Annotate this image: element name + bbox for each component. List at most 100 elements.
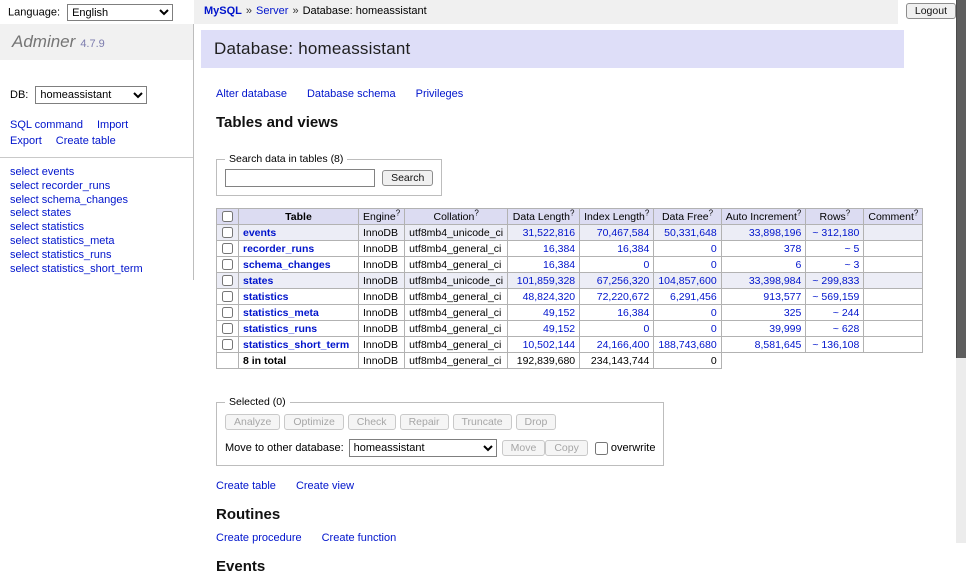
sidebar-select-link[interactable]: select statistics xyxy=(10,221,183,235)
sidebar-action-link[interactable]: Export xyxy=(10,135,42,147)
column-hint-link[interactable]: ? xyxy=(645,209,649,218)
data-length-link[interactable]: 16,384 xyxy=(543,259,575,271)
table-name-link[interactable]: schema_changes xyxy=(243,259,331,271)
column-hint-link[interactable]: ? xyxy=(914,209,918,218)
rows-link[interactable]: ~ 628 xyxy=(833,323,860,335)
rows-link[interactable]: ~ 244 xyxy=(833,307,860,319)
sidebar-select-link[interactable]: select statistics_meta xyxy=(10,235,183,249)
index-length-link[interactable]: 16,384 xyxy=(617,243,649,255)
data-free-link[interactable]: 6,291,456 xyxy=(670,291,717,303)
rows-link[interactable]: ~ 312,180 xyxy=(812,227,859,239)
table-name-link[interactable]: states xyxy=(243,275,273,287)
column-hint-link[interactable]: ? xyxy=(709,209,713,218)
move-db-select[interactable]: homeassistant xyxy=(349,439,497,457)
scrollbar[interactable] xyxy=(956,0,966,543)
db-action-link[interactable]: Alter database xyxy=(216,88,287,100)
auto-increment-link[interactable]: 325 xyxy=(784,307,802,319)
table-name-link[interactable]: recorder_runs xyxy=(243,243,314,255)
column-hint-link[interactable]: ? xyxy=(797,209,801,218)
index-length-link[interactable]: 0 xyxy=(643,259,649,271)
row-checkbox[interactable] xyxy=(222,227,233,238)
data-length-link[interactable]: 10,502,144 xyxy=(523,339,576,351)
db-action-link[interactable]: Privileges xyxy=(416,88,464,100)
language-select[interactable]: English xyxy=(67,4,173,21)
search-button[interactable]: Search xyxy=(382,170,433,186)
column-hint-link[interactable]: ? xyxy=(474,209,478,218)
table-name-link[interactable]: statistics_meta xyxy=(243,307,319,319)
auto-increment-link[interactable]: 378 xyxy=(784,243,802,255)
sidebar-select-link[interactable]: select schema_changes xyxy=(10,194,183,208)
sidebar-select-link[interactable]: select statistics_runs xyxy=(10,249,183,263)
column-hint-link[interactable]: ? xyxy=(570,209,574,218)
search-input[interactable] xyxy=(225,169,375,187)
breadcrumb-link[interactable]: Server xyxy=(256,5,288,17)
column-hint-link[interactable]: ? xyxy=(846,209,850,218)
overwrite-checkbox[interactable] xyxy=(595,442,608,455)
auto-increment-link[interactable]: 33,398,984 xyxy=(749,275,802,287)
breadcrumb-link[interactable]: MySQL xyxy=(204,5,242,17)
auto-increment-link[interactable]: 39,999 xyxy=(769,323,801,335)
data-free-link[interactable]: 0 xyxy=(711,243,717,255)
auto-increment-link[interactable]: 33,898,196 xyxy=(749,227,802,239)
row-checkbox[interactable] xyxy=(222,259,233,270)
row-checkbox[interactable] xyxy=(222,243,233,254)
row-checkbox[interactable] xyxy=(222,339,233,350)
select-all-checkbox[interactable] xyxy=(222,211,233,222)
index-length-link[interactable]: 72,220,672 xyxy=(597,291,650,303)
scrollbar-thumb[interactable] xyxy=(956,0,966,358)
sidebar-action-link[interactable]: SQL command xyxy=(10,119,83,131)
data-length-link[interactable]: 49,152 xyxy=(543,323,575,335)
data-length-link[interactable]: 49,152 xyxy=(543,307,575,319)
data-free-link[interactable]: 0 xyxy=(711,307,717,319)
create-link[interactable]: Create table xyxy=(216,480,276,492)
rows-link[interactable]: ~ 5 xyxy=(844,243,859,255)
data-length-link[interactable]: 16,384 xyxy=(543,243,575,255)
index-length-link[interactable]: 0 xyxy=(643,323,649,335)
table-name-link[interactable]: statistics_short_term xyxy=(243,339,349,351)
sidebar-action-link[interactable]: Import xyxy=(97,119,128,131)
db-action-link[interactable]: Database schema xyxy=(307,88,396,100)
rows-link[interactable]: ~ 299,833 xyxy=(812,275,859,287)
rows-link[interactable]: ~ 3 xyxy=(844,259,859,271)
data-free-link[interactable]: 0 xyxy=(711,259,717,271)
rows-link[interactable]: ~ 136,108 xyxy=(812,339,859,351)
data-length-link[interactable]: 48,824,320 xyxy=(523,291,576,303)
app-version-link[interactable]: 4.7.9 xyxy=(80,38,104,50)
sidebar-select-link[interactable]: select statistics_short_term xyxy=(10,263,183,277)
sidebar-action-link[interactable]: Create table xyxy=(56,135,116,147)
create-link[interactable]: Create view xyxy=(296,480,354,492)
rows-link[interactable]: ~ 569,159 xyxy=(812,291,859,303)
table-name-link[interactable]: statistics xyxy=(243,291,289,303)
table-row: statistics_runsInnoDButf8mb4_general_ci4… xyxy=(217,321,923,337)
overwrite-toggle[interactable]: overwrite xyxy=(595,442,656,455)
logout-button[interactable]: Logout xyxy=(906,3,956,19)
routine-link[interactable]: Create function xyxy=(322,532,397,544)
index-length-link[interactable]: 24,166,400 xyxy=(597,339,650,351)
table-name-link[interactable]: events xyxy=(243,227,276,239)
row-checkbox[interactable] xyxy=(222,291,233,302)
index-length-link[interactable]: 67,256,320 xyxy=(597,275,650,287)
data-free-link[interactable]: 104,857,600 xyxy=(658,275,716,287)
db-select[interactable]: homeassistant xyxy=(35,86,147,104)
auto-increment-link[interactable]: 8,581,645 xyxy=(755,339,802,351)
column-hint-link[interactable]: ? xyxy=(396,209,400,218)
data-length-link[interactable]: 31,522,816 xyxy=(523,227,576,239)
collation-cell: utf8mb4_general_ci xyxy=(405,241,508,257)
auto-increment-link[interactable]: 6 xyxy=(796,259,802,271)
auto-increment-link[interactable]: 913,577 xyxy=(763,291,801,303)
row-checkbox[interactable] xyxy=(222,307,233,318)
row-checkbox[interactable] xyxy=(222,323,233,334)
table-name-link[interactable]: statistics_runs xyxy=(243,323,317,335)
data-free-link[interactable]: 188,743,680 xyxy=(658,339,716,351)
sidebar-select-link[interactable]: select recorder_runs xyxy=(10,180,183,194)
row-checkbox[interactable] xyxy=(222,275,233,286)
routine-link[interactable]: Create procedure xyxy=(216,532,302,544)
index-length-link[interactable]: 70,467,584 xyxy=(597,227,650,239)
data-length-link[interactable]: 101,859,328 xyxy=(517,275,575,287)
sidebar-select-link[interactable]: select events xyxy=(10,166,183,180)
data-free-link[interactable]: 0 xyxy=(711,323,717,335)
sidebar-select-link[interactable]: select states xyxy=(10,207,183,221)
index-length-link[interactable]: 16,384 xyxy=(617,307,649,319)
selected-analyze-button: Analyze xyxy=(225,414,280,430)
data-free-link[interactable]: 50,331,648 xyxy=(664,227,717,239)
